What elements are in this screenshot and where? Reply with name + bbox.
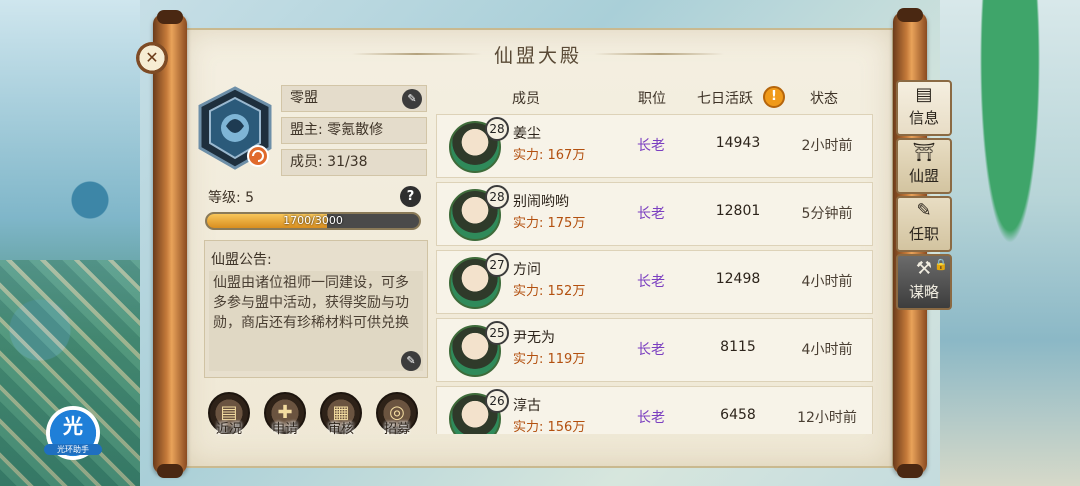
palace-icon: ⛩: [912, 142, 936, 163]
notice-panel: 仙盟公告: 仙盟由诸位祖师一同建设，可多多参与盟中活动，获得奖励与功勋，商店还有…: [204, 240, 428, 378]
exp-progress-text: 1700/3000: [283, 214, 343, 227]
apply-button[interactable]: ✚ 申请: [261, 392, 309, 440]
members-count: 31/38: [327, 154, 368, 170]
header-role[interactable]: 职位: [638, 88, 666, 108]
scroll-rod-left: [153, 10, 187, 478]
member-role: 长老: [637, 342, 665, 358]
member-name: 方问: [513, 262, 541, 278]
member-list[interactable]: 28 姜尘 实力: 167万 长老 14943 2小时前 28 别闹哟哟 实力:…: [436, 114, 873, 434]
pin-icon[interactable]: ✕: [136, 42, 168, 74]
guild-emblem-icon[interactable]: [196, 86, 274, 170]
member-activity: 12498: [715, 271, 761, 287]
member-name: 淳古: [513, 398, 541, 414]
member-row[interactable]: 28 别闹哟哟 实力: 175万 长老 12801 5分钟前: [436, 182, 873, 246]
member-activity: 6458: [720, 407, 756, 423]
members-label: 成员:: [290, 154, 323, 170]
member-status: 4小时前: [801, 342, 853, 358]
recent-label: 近况: [215, 422, 242, 437]
lock-icon: 🔒: [934, 258, 948, 271]
guild-level: 等级: 5: [208, 187, 254, 207]
info-icon: ▤: [915, 84, 933, 105]
member-role: 长老: [637, 274, 665, 290]
guild-members-row: 成员: 31/38: [281, 149, 427, 176]
member-level-badge: 25: [485, 321, 509, 345]
member-status: 12小时前: [797, 410, 857, 426]
appoint-icon: ✎: [916, 200, 932, 221]
title-bar: 仙盟大殿: [182, 36, 894, 72]
tab-appoint[interactable]: ✎ 任职: [896, 196, 952, 252]
title-ornament-right: [594, 53, 724, 55]
recent-button[interactable]: ▤ 近况: [205, 392, 253, 440]
member-role: 长老: [637, 410, 665, 426]
notice-body: 仙盟由诸位祖师一同建设，可多多参与盟中活动，获得奖励与功勋，商店还有珍稀材料可供…: [209, 271, 423, 371]
member-name: 尹无为: [513, 330, 555, 346]
help-icon[interactable]: ?: [400, 186, 421, 207]
recruit-label: 招募: [383, 422, 410, 437]
header-active[interactable]: 七日活跃: [697, 88, 753, 108]
tab-info[interactable]: ▤ 信息: [896, 80, 952, 136]
member-name: 姜尘: [513, 126, 541, 142]
member-row[interactable]: 25 尹无为 实力: 119万 长老 8115 4小时前: [436, 318, 873, 382]
guild-leader-row: 盟主: 零氪散修: [281, 117, 427, 144]
level-label: 等级:: [208, 190, 241, 206]
page-title: 仙盟大殿: [493, 44, 582, 67]
member-power: 实力: 167万: [513, 148, 586, 163]
member-role: 长老: [637, 206, 665, 222]
header-member[interactable]: 成员: [512, 88, 540, 108]
member-level-badge: 28: [485, 117, 509, 141]
member-power: 实力: 119万: [513, 352, 586, 367]
helper-button[interactable]: 光 光环助手: [44, 406, 102, 460]
level-value: 5: [245, 190, 255, 206]
member-power: 实力: 175万: [513, 216, 586, 231]
member-status: 5分钟前: [801, 206, 853, 222]
member-level-badge: 27: [485, 253, 509, 277]
member-level-badge: 28: [485, 185, 509, 209]
member-activity: 12801: [715, 203, 761, 219]
member-activity: 14943: [715, 135, 761, 151]
member-row[interactable]: 27 方问 实力: 152万 长老 12498 4小时前: [436, 250, 873, 314]
member-row[interactable]: 26 淳古 实力: 156万 长老 6458 12小时前: [436, 386, 873, 434]
member-level-badge: 26: [485, 389, 509, 413]
tab-guild-label: 仙盟: [908, 167, 939, 185]
tab-strategy-label: 谋略: [908, 283, 939, 301]
review-label: 审核: [327, 422, 354, 437]
leader-name: 零氪散修: [327, 122, 384, 138]
member-row[interactable]: 28 姜尘 实力: 167万 长老 14943 2小时前: [436, 114, 873, 178]
guild-name: 零盟: [290, 90, 318, 106]
member-power: 实力: 152万: [513, 284, 586, 299]
tab-appoint-label: 任职: [908, 225, 939, 243]
notice-title: 仙盟公告:: [211, 252, 272, 268]
member-role: 长老: [637, 138, 665, 154]
header-status[interactable]: 状态: [810, 88, 838, 108]
helper-label: 光环助手: [44, 444, 102, 455]
title-ornament-left: [351, 53, 482, 55]
edit-name-icon[interactable]: ✎: [402, 89, 422, 109]
member-status: 4小时前: [801, 274, 853, 290]
recruit-button[interactable]: ◎ 招募: [373, 392, 421, 440]
member-name: 别闹哟哟: [513, 194, 569, 210]
apply-label: 申请: [271, 422, 298, 437]
activity-info-icon[interactable]: !: [763, 86, 785, 108]
helper-icon: 光: [63, 414, 83, 438]
tab-guild[interactable]: ⛩ 仙盟: [896, 138, 952, 194]
exp-progress-bar: 1700/3000: [205, 212, 421, 230]
tab-strategy[interactable]: 🔒 ⚒ 谋略: [896, 254, 952, 310]
member-status: 2小时前: [801, 138, 853, 154]
background-right-scenery: [940, 0, 1080, 486]
review-button[interactable]: ▦ 审核: [317, 392, 365, 440]
tab-info-label: 信息: [908, 109, 939, 127]
guild-name-row: 零盟 ✎: [281, 85, 427, 112]
edit-notice-icon[interactable]: ✎: [401, 351, 421, 371]
member-power: 实力: 156万: [513, 420, 586, 434]
member-activity: 8115: [720, 339, 756, 355]
leader-label: 盟主:: [290, 122, 323, 138]
